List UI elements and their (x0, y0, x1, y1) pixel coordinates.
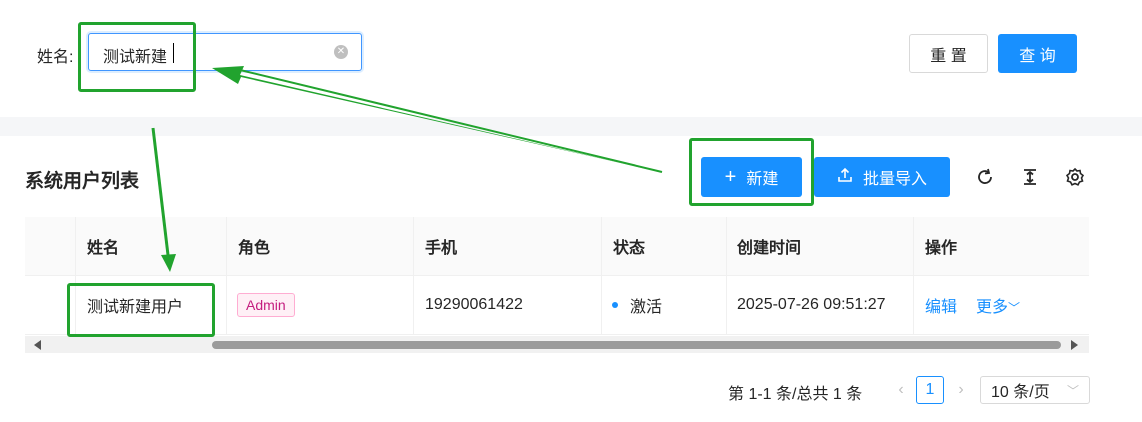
arrow-to-name-cell (151, 127, 170, 256)
annotation-arrows (151, 66, 663, 272)
